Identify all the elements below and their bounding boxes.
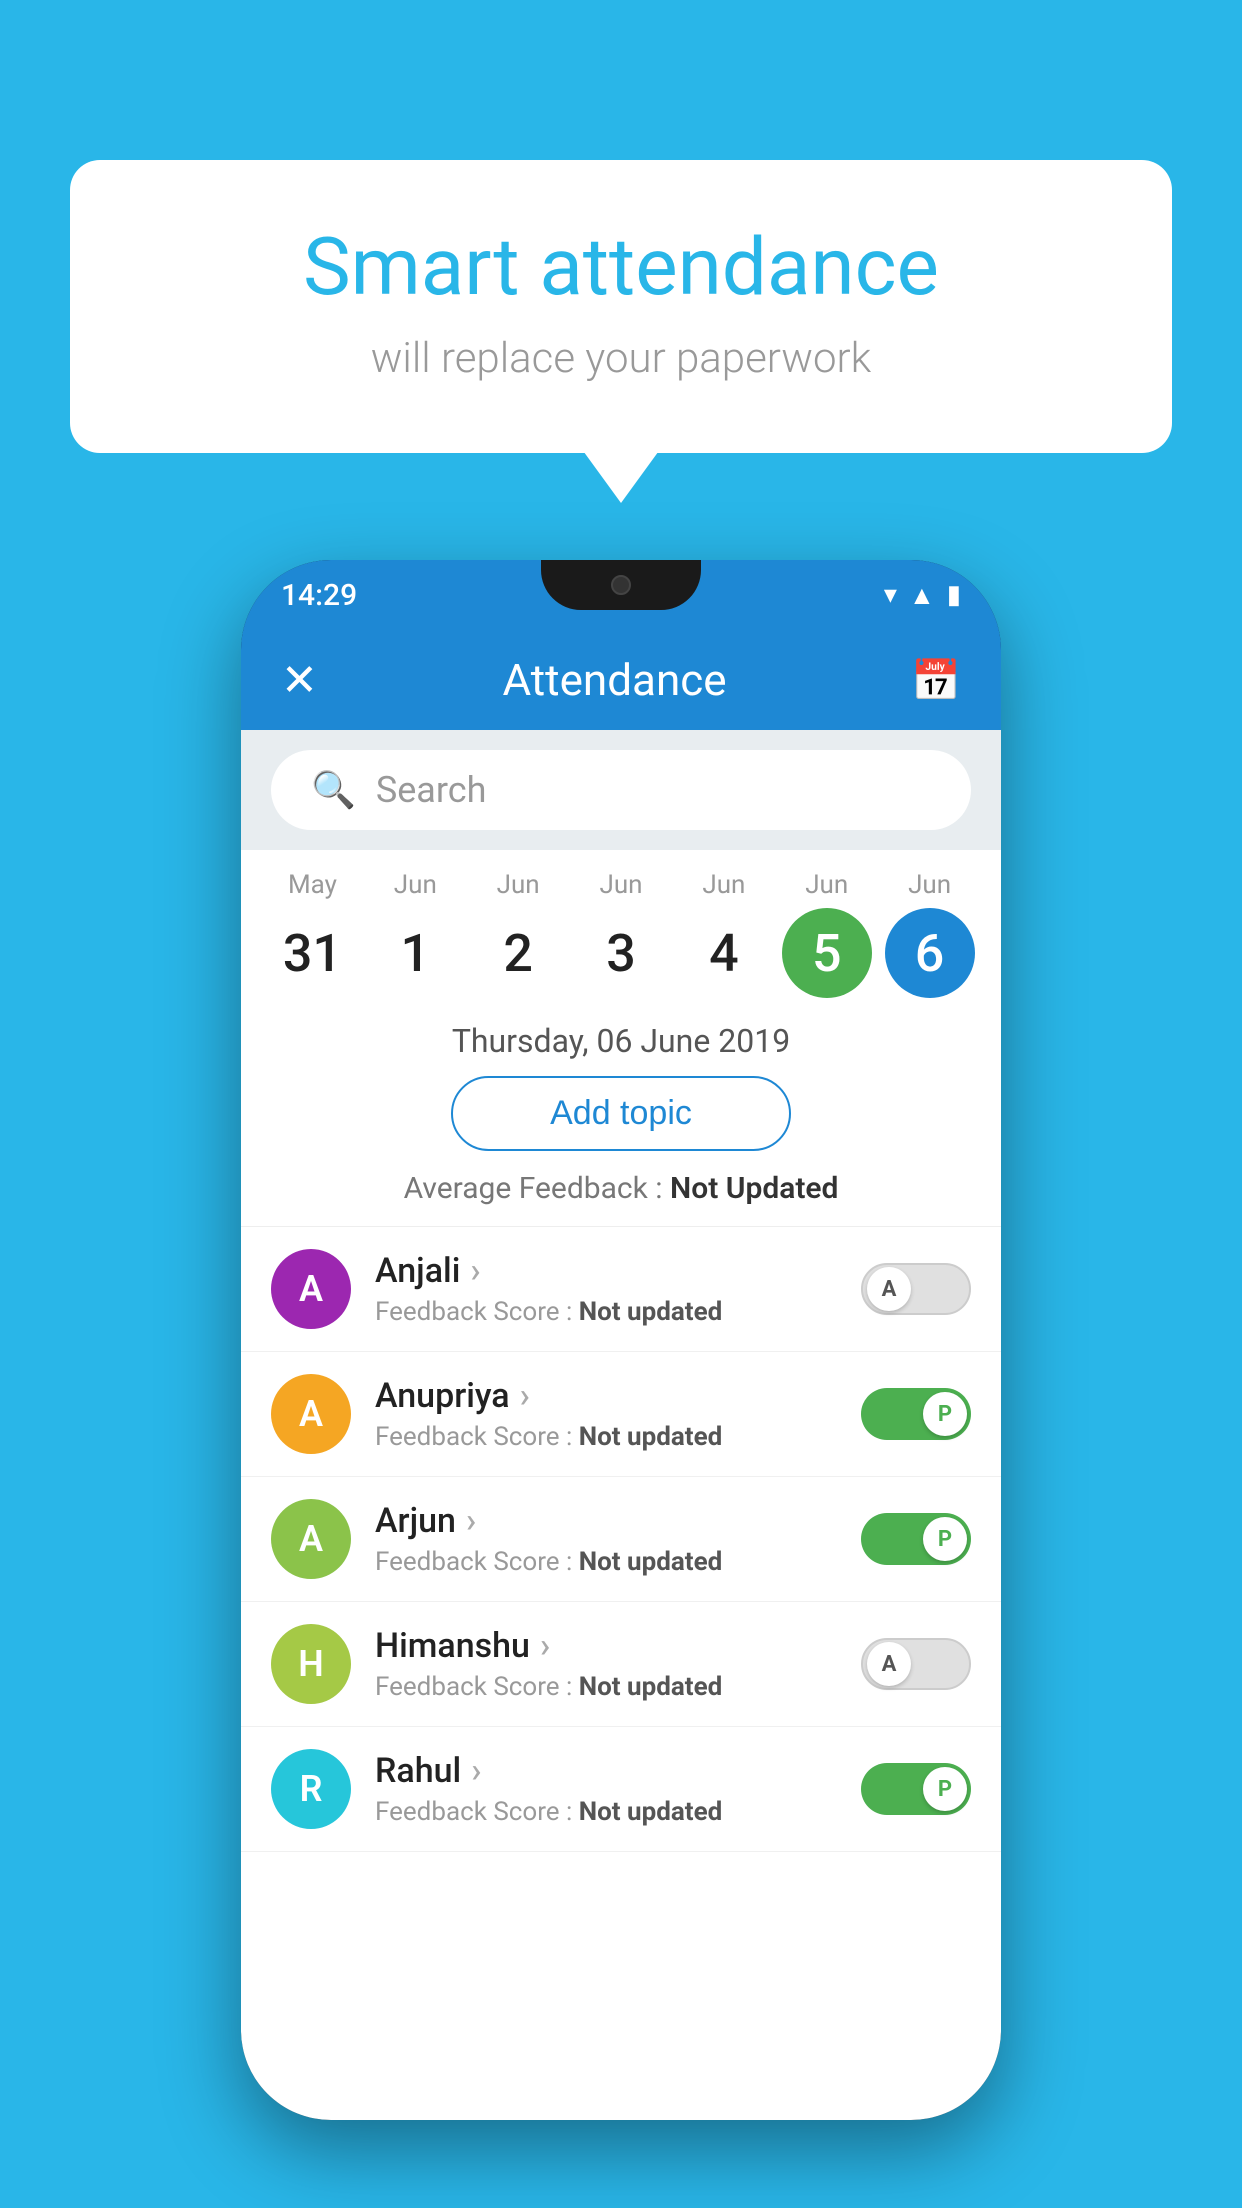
date-item[interactable]: Jun 2 xyxy=(467,870,570,998)
header-title: Attendance xyxy=(502,654,726,706)
student-list-item: A Arjun Feedback Score : Not updated P xyxy=(241,1477,1001,1602)
toggle-wrap: P xyxy=(861,1763,971,1815)
student-avatar: A xyxy=(271,1374,351,1454)
student-list-item: R Rahul Feedback Score : Not updated P xyxy=(241,1727,1001,1852)
date-scroller: May31Jun1Jun2Jun3Jun4Jun5Jun6 xyxy=(241,850,1001,998)
screen-content: 🔍 Search May31Jun1Jun2Jun3Jun4Jun5Jun6 T… xyxy=(241,730,1001,2120)
student-feedback: Feedback Score : Not updated xyxy=(375,1672,837,1702)
app-header: ✕ Attendance 📅 xyxy=(241,630,1001,730)
date-month: Jun xyxy=(878,870,981,900)
camera-cutout xyxy=(611,575,631,595)
calendar-icon[interactable]: 📅 xyxy=(911,657,961,704)
date-day: 5 xyxy=(782,908,872,998)
student-name[interactable]: Rahul xyxy=(375,1751,837,1791)
student-name[interactable]: Himanshu xyxy=(375,1626,837,1666)
attendance-toggle[interactable]: P xyxy=(861,1763,971,1815)
date-month: Jun xyxy=(570,870,673,900)
student-feedback: Feedback Score : Not updated xyxy=(375,1422,837,1452)
search-input[interactable]: 🔍 Search xyxy=(271,750,971,830)
student-list: AAnjaliFeedback Score : Not updatedAAAnu… xyxy=(241,1226,1001,1852)
date-day: 3 xyxy=(576,908,666,998)
student-name[interactable]: Anupriya xyxy=(375,1376,837,1416)
student-list-item: A Anupriya Feedback Score : Not updated P xyxy=(241,1352,1001,1477)
student-list-item: A Anjali Feedback Score : Not updated A xyxy=(241,1227,1001,1352)
status-time: 14:29 xyxy=(281,578,357,613)
date-item[interactable]: Jun 4 xyxy=(672,870,775,998)
student-feedback: Feedback Score : Not updated xyxy=(375,1797,837,1827)
student-avatar: A xyxy=(271,1499,351,1579)
student-info: Arjun Feedback Score : Not updated xyxy=(375,1501,837,1577)
avg-feedback-value: Not Updated xyxy=(670,1171,838,1206)
toggle-knob: P xyxy=(923,1767,967,1811)
attendance-toggle[interactable]: P xyxy=(861,1513,971,1565)
toggle-wrap: P xyxy=(861,1513,971,1565)
toggle-knob: A xyxy=(867,1267,911,1311)
date-item[interactable]: Jun 5 xyxy=(775,870,878,998)
phone-frame: 14:29 ▾ ▲ ▮ ✕ Attendance 📅 🔍 Search May 3… xyxy=(241,560,1001,2120)
student-info: Anupriya Feedback Score : Not updated xyxy=(375,1376,837,1452)
date-day: 1 xyxy=(370,908,460,998)
add-topic-button[interactable]: Add topic xyxy=(451,1076,791,1151)
date-day: 31 xyxy=(267,908,357,998)
bubble-subtitle: will replace your paperwork xyxy=(150,334,1092,383)
avg-feedback-label: Average Feedback : xyxy=(404,1171,663,1206)
search-placeholder: Search xyxy=(376,769,487,811)
date-day: 2 xyxy=(473,908,563,998)
student-info: Himanshu Feedback Score : Not updated xyxy=(375,1626,837,1702)
avg-feedback: Average Feedback : Not Updated xyxy=(241,1171,1001,1226)
battery-icon: ▮ xyxy=(947,580,961,610)
student-info: Rahul Feedback Score : Not updated xyxy=(375,1751,837,1827)
toggle-wrap: A xyxy=(861,1263,971,1315)
attendance-toggle[interactable]: P xyxy=(861,1388,971,1440)
search-icon: 🔍 xyxy=(311,769,356,811)
date-month: Jun xyxy=(364,870,467,900)
toggle-knob: P xyxy=(923,1517,967,1561)
toggle-knob: A xyxy=(867,1642,911,1686)
student-list-item: H Himanshu Feedback Score : Not updated A xyxy=(241,1602,1001,1727)
bubble-title: Smart attendance xyxy=(150,220,1092,314)
signal-icon: ▲ xyxy=(909,580,935,611)
date-month: Jun xyxy=(672,870,775,900)
student-name[interactable]: Arjun xyxy=(375,1501,837,1541)
student-avatar: H xyxy=(271,1624,351,1704)
toggle-wrap: P xyxy=(861,1388,971,1440)
status-icons: ▾ ▲ ▮ xyxy=(884,580,961,611)
date-month: May xyxy=(261,870,364,900)
selected-date: Thursday, 06 June 2019 xyxy=(241,998,1001,1076)
student-name[interactable]: Anjali xyxy=(375,1251,837,1291)
attendance-toggle[interactable]: A xyxy=(861,1638,971,1690)
date-item[interactable]: May 31 xyxy=(261,870,364,998)
date-item[interactable]: Jun 6 xyxy=(878,870,981,998)
date-day: 6 xyxy=(885,908,975,998)
student-info: Anjali Feedback Score : Not updated xyxy=(375,1251,837,1327)
wifi-icon: ▾ xyxy=(884,580,897,610)
date-item[interactable]: Jun 3 xyxy=(570,870,673,998)
toggle-knob: P xyxy=(923,1392,967,1436)
toggle-wrap: A xyxy=(861,1638,971,1690)
close-button[interactable]: ✕ xyxy=(281,654,318,706)
speech-bubble: Smart attendance will replace your paper… xyxy=(70,160,1172,453)
student-feedback: Feedback Score : Not updated xyxy=(375,1297,837,1327)
student-avatar: A xyxy=(271,1249,351,1329)
search-bar-container: 🔍 Search xyxy=(241,730,1001,850)
notch xyxy=(541,560,701,610)
date-day: 4 xyxy=(679,908,769,998)
student-feedback: Feedback Score : Not updated xyxy=(375,1547,837,1577)
attendance-toggle[interactable]: A xyxy=(861,1263,971,1315)
date-month: Jun xyxy=(775,870,878,900)
date-month: Jun xyxy=(467,870,570,900)
status-bar: 14:29 ▾ ▲ ▮ xyxy=(241,560,1001,630)
date-item[interactable]: Jun 1 xyxy=(364,870,467,998)
student-avatar: R xyxy=(271,1749,351,1829)
